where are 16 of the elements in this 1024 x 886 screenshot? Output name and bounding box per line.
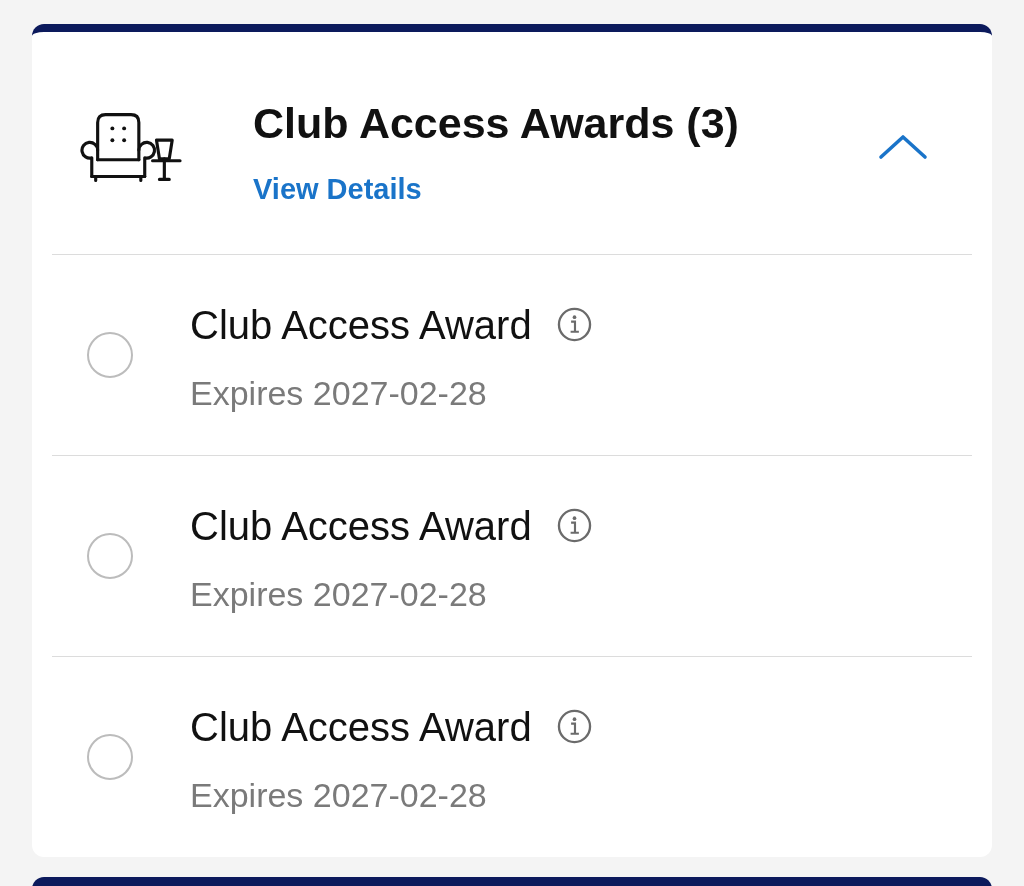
award-name: Club Access Award <box>190 703 532 750</box>
chevron-up-icon[interactable] <box>878 134 928 160</box>
card-title: Club Access Awards (3) <box>253 98 739 147</box>
expiry-date: Expires 2027-02-28 <box>190 775 487 814</box>
radio-button[interactable] <box>87 533 133 579</box>
info-icon[interactable] <box>556 709 592 744</box>
radio-button[interactable] <box>87 734 133 780</box>
award-name: Club Access Award <box>190 301 532 348</box>
view-details-link[interactable]: View Details <box>253 170 422 207</box>
info-icon[interactable] <box>556 307 592 342</box>
radio-button[interactable] <box>87 332 133 378</box>
award-name: Club Access Award <box>190 502 532 549</box>
expiry-date: Expires 2027-02-28 <box>190 574 487 613</box>
expiry-date: Expires 2027-02-28 <box>190 373 487 412</box>
info-icon[interactable] <box>556 508 592 543</box>
armchair-with-glass-icon <box>80 113 182 185</box>
